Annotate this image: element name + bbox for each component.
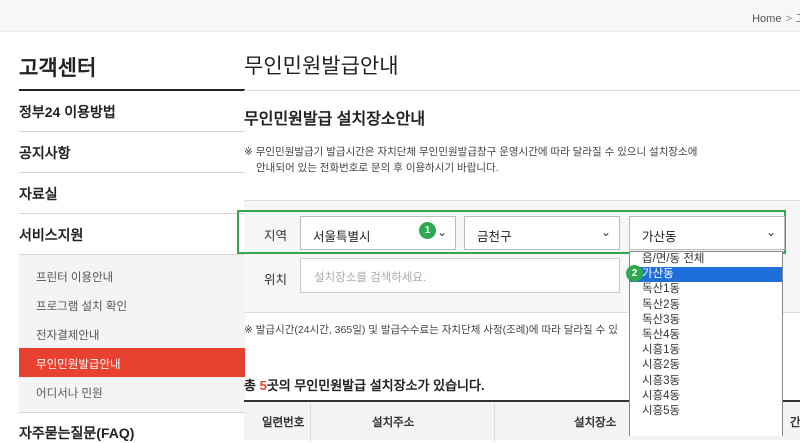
dropdown-option[interactable]: 읍/면/동 전체 [630,252,782,267]
header-serial: 일련번호 [262,417,305,429]
notice-line-2: 안내되어 있는 전화번호로 문의 후 이용하시기 바랍니다. [256,162,499,174]
location-label: 위치 [264,273,288,287]
count-number: 5 [259,378,267,393]
notice-line-1: ※ 무인민원발급기 발급시간은 자치단체 무인민원발급창구 운영시간에 따라 달… [244,146,698,158]
sidebar-submenu: 프린터 이용안내 프로그램 설치 확인 전자결제안내 무인민원발급안내 어디서나… [19,255,245,413]
submenu-anywhere[interactable]: 어디서나 민원 [19,377,245,406]
dropdown-option[interactable]: 시흥1동 [630,343,782,358]
submenu-program-check[interactable]: 프로그램 설치 확인 [19,290,245,319]
sidebar-item-service-support[interactable]: 서비스지원 [19,214,245,255]
dropdown-option[interactable]: 시흥4동 [630,389,782,404]
chevron-down-icon: ⌄ [600,225,611,239]
dropdown-option[interactable]: 독산1동 [630,282,782,297]
header-time: 간 [790,417,800,429]
sidebar: 고객센터 정부24 이용방법 공지사항 자료실 서비스지원 프린터 이용안내 프… [19,32,245,443]
dropdown-option[interactable]: 시흥3동 [630,374,782,389]
fee-notice: ※ 발급시간(24시간, 365일) 및 발급수수료는 자치단체 사정(조례)에… [244,324,618,336]
submenu-payment[interactable]: 전자결제안내 [19,319,245,348]
dropdown-option[interactable]: 독산2동 [630,298,782,313]
dropdown-option[interactable]: 독산4동 [630,328,782,343]
sidebar-title: 고객센터 [19,32,245,91]
district-value: 금천구 [477,230,512,244]
title-divider [244,90,800,91]
location-search-input[interactable]: 설치장소를 검색하세요. [300,258,620,293]
sidebar-item-faq[interactable]: 자주묻는질문(FAQ) [19,413,245,443]
dong-select[interactable]: 가산동 ⌄ [629,216,785,250]
dropdown-option[interactable]: 독산3동 [630,313,782,328]
notice-text: ※ 무인민원발급기 발급시간은 자치단체 무인민원발급창구 운영시간에 따라 달… [244,144,744,176]
city-value: 서울특별시 [313,230,371,244]
header-place: 설치장소 [574,417,617,429]
result-count: 총 5곳의 무인민원발급 설치장소가 있습니다. [244,375,485,394]
step-badge-2: 2 [626,265,643,282]
dong-dropdown-list[interactable]: 읍/면/동 전체 가산동 독산1동 독산2동 독산3동 독산4동 시흥1동 시흥… [629,251,783,436]
count-suffix: 곳의 무인민원발급 설치장소가 있습니다. [266,378,485,393]
region-label: 지역 [264,229,288,243]
breadcrumb: Home > 고 [752,10,800,26]
dropdown-option[interactable]: 시흥5동 [630,404,782,419]
column-divider [310,402,311,442]
breadcrumb-home[interactable]: Home [752,13,781,25]
breadcrumb-separator: > [785,13,792,25]
page-title: 무인민원발급안내 [244,55,399,78]
submenu-kiosk-guide[interactable]: 무인민원발급안내 [19,348,245,377]
dropdown-option[interactable]: 시흥2동 [630,358,782,373]
district-select[interactable]: 금천구 ⌄ [464,216,620,250]
top-bar: Home > 고 [0,0,800,32]
chevron-down-icon: ⌄ [436,225,447,239]
section-title: 무인민원발급 설치장소안내 [244,111,426,128]
dong-value: 가산동 [642,230,677,244]
count-prefix: 총 [244,378,260,393]
header-address: 설치주소 [372,417,415,429]
column-divider [494,402,495,442]
sidebar-item-library[interactable]: 자료실 [19,173,245,214]
dropdown-option-selected[interactable]: 가산동 [630,267,782,283]
step-badge-1: 1 [419,222,436,239]
chevron-down-icon: ⌄ [765,225,776,239]
submenu-printer[interactable]: 프린터 이용안내 [19,261,245,290]
sidebar-item-guide[interactable]: 정부24 이용방법 [19,91,245,132]
breadcrumb-current[interactable]: 고 [796,13,800,25]
sidebar-item-notice[interactable]: 공지사항 [19,132,245,173]
